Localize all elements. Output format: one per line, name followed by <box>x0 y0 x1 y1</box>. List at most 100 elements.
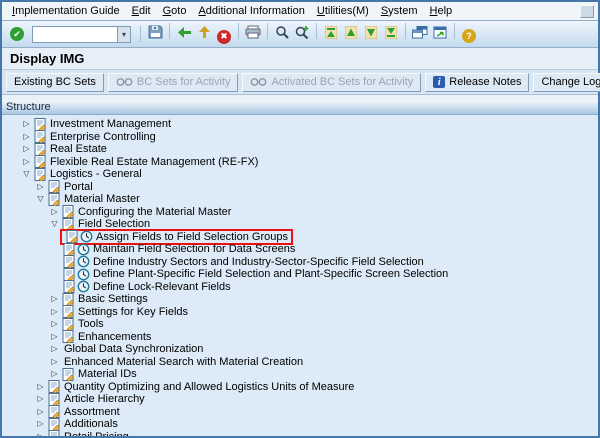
tree-item-material-master[interactable]: ▽ Material Master <box>2 193 598 206</box>
tree-item-label[interactable]: Settings for Key Fields <box>75 306 188 318</box>
expander-collapsed-icon[interactable]: ▷ <box>34 431 47 436</box>
tree-item-label[interactable]: Define Lock-Relevant Fields <box>90 281 231 293</box>
tree-item-label[interactable]: Article Hierarchy <box>61 393 145 405</box>
last-page-icon[interactable] <box>381 23 401 43</box>
new-session-icon[interactable] <box>410 23 430 43</box>
tree-item-label[interactable]: Enterprise Controlling <box>47 131 156 143</box>
expander-collapsed-icon[interactable]: ▷ <box>34 381 47 393</box>
tree-item-label[interactable]: Enhanced Material Search with Material C… <box>61 356 303 368</box>
create-shortcut-icon[interactable] <box>430 23 450 43</box>
execute-activity-clock-icon[interactable] <box>76 255 90 268</box>
find-next-icon[interactable] <box>292 22 312 42</box>
prev-page-icon[interactable] <box>341 23 361 43</box>
execute-activity-clock-icon[interactable] <box>76 243 90 256</box>
menu-item-implementation-guide[interactable]: Implementation Guide <box>6 4 126 18</box>
tree-item-label[interactable]: Tools <box>75 318 104 330</box>
expander-collapsed-icon[interactable]: ▷ <box>48 293 61 305</box>
tree-item-label[interactable]: Configuring the Material Master <box>75 206 231 218</box>
help-icon[interactable]: ? <box>459 26 479 46</box>
tree-item-global-data-synchronization[interactable]: ▷Global Data Synchronization <box>2 343 598 356</box>
enter-icon[interactable]: ✔ <box>7 24 27 44</box>
execute-activity-clock-icon[interactable] <box>79 230 93 243</box>
tree-item-label[interactable]: Investment Management <box>47 118 171 130</box>
layout-menu-button[interactable] <box>580 5 594 18</box>
cancel-icon[interactable]: ✖ <box>214 27 234 47</box>
tree-item-enhancements[interactable]: ▷ Enhancements <box>2 331 598 344</box>
tree-item-label[interactable]: Real Estate <box>47 143 107 155</box>
tree-item-label[interactable]: Material IDs <box>75 368 137 380</box>
menu-item-edit[interactable]: Edit <box>126 4 157 18</box>
exit-icon[interactable] <box>194 22 214 42</box>
menu-item-utilities-m[interactable]: Utilities(M) <box>311 4 375 18</box>
tree-item-label[interactable]: Define Industry Sectors and Industry-Sec… <box>90 256 424 268</box>
tree-item-assign-fields-to-field-selection-groups[interactable]: Assign Fields to Field Selection Groups <box>2 231 598 244</box>
tree-item-portal[interactable]: ▷ Portal <box>2 181 598 194</box>
expander-collapsed-icon[interactable]: ▷ <box>48 331 61 343</box>
menu-item-goto[interactable]: Goto <box>157 4 193 18</box>
expander-collapsed-icon[interactable]: ▷ <box>48 343 61 355</box>
tree-item-material-ids[interactable]: ▷ Material IDs <box>2 368 598 381</box>
tree-item-label[interactable]: Global Data Synchronization <box>61 343 203 355</box>
expander-collapsed-icon[interactable]: ▷ <box>20 131 33 143</box>
expander-collapsed-icon[interactable]: ▷ <box>48 368 61 380</box>
tree-item-label[interactable]: Portal <box>61 181 93 193</box>
print-icon[interactable] <box>243 22 263 42</box>
tree-item-define-industry-sectors-and-industry-sector-specific-field-selection[interactable]: Define Industry Sectors and Industry-Sec… <box>2 256 598 269</box>
back-icon[interactable] <box>174 23 194 43</box>
expander-collapsed-icon[interactable]: ▷ <box>48 318 61 330</box>
tree-item-label[interactable]: Additionals <box>61 418 118 430</box>
expander-collapsed-icon[interactable]: ▷ <box>20 156 33 168</box>
tree-item-label[interactable]: Material Master <box>61 193 140 205</box>
menu-item-additional-information[interactable]: Additional Information <box>192 4 310 18</box>
next-page-icon[interactable] <box>361 23 381 43</box>
tree-item-additionals[interactable]: ▷ Additionals <box>2 418 598 431</box>
tree-item-settings-for-key-fields[interactable]: ▷ Settings for Key Fields <box>2 306 598 319</box>
tree-item-label[interactable]: Assortment <box>61 406 120 418</box>
tree-item-basic-settings[interactable]: ▷ Basic Settings <box>2 293 598 306</box>
menu-item-help[interactable]: Help <box>424 4 459 18</box>
tree-item-enterprise-controlling[interactable]: ▷ Enterprise Controlling <box>2 131 598 144</box>
expander-expanded-icon[interactable]: ▽ <box>20 168 33 180</box>
command-input[interactable] <box>33 27 117 42</box>
expander-collapsed-icon[interactable]: ▷ <box>20 143 33 155</box>
menu-item-system[interactable]: System <box>375 4 424 18</box>
tree-item-real-estate[interactable]: ▷ Real Estate <box>2 143 598 156</box>
tree-item-assortment[interactable]: ▷ Assortment <box>2 406 598 419</box>
first-page-icon[interactable] <box>321 23 341 43</box>
tree-item-label[interactable]: Flexible Real Estate Management (RE-FX) <box>47 156 258 168</box>
tree-item-quantity-optimizing-and-allowed-logistics-units-of-measure[interactable]: ▷ Quantity Optimizing and Allowed Logisti… <box>2 381 598 394</box>
expander-collapsed-icon[interactable]: ▷ <box>34 406 47 418</box>
expander-collapsed-icon[interactable]: ▷ <box>48 306 61 318</box>
expander-collapsed-icon[interactable]: ▷ <box>34 418 47 430</box>
tree-item-define-lock-relevant-fields[interactable]: Define Lock-Relevant Fields <box>2 281 598 294</box>
tree-item-logistics-general[interactable]: ▽ Logistics - General <box>2 168 598 181</box>
tree-item-define-plant-specific-field-selection-and-plant-specific-screen-selection[interactable]: Define Plant-Specific Field Selection an… <box>2 268 598 281</box>
save-icon[interactable] <box>145 22 165 42</box>
expander-expanded-icon[interactable]: ▽ <box>34 193 47 205</box>
tree-item-investment-management[interactable]: ▷ Investment Management <box>2 118 598 131</box>
execute-activity-clock-icon[interactable] <box>76 280 90 293</box>
tree-item-label[interactable]: Define Plant-Specific Field Selection an… <box>90 268 448 280</box>
tree-item-label[interactable]: Maintain Field Selection for Data Screen… <box>90 243 295 255</box>
expander-collapsed-icon[interactable]: ▷ <box>34 393 47 405</box>
execute-activity-clock-icon[interactable] <box>76 268 90 281</box>
button-release-notes[interactable]: iRelease Notes <box>425 73 529 92</box>
expander-collapsed-icon[interactable]: ▷ <box>48 356 61 368</box>
tree-item-label[interactable]: Enhancements <box>75 331 151 343</box>
tree-item-enhanced-material-search-with-material-creation[interactable]: ▷Enhanced Material Search with Material … <box>2 356 598 369</box>
tree-item-article-hierarchy[interactable]: ▷ Article Hierarchy <box>2 393 598 406</box>
tree-item-label[interactable]: Assign Fields to Field Selection Groups <box>93 231 288 243</box>
expander-collapsed-icon[interactable]: ▷ <box>20 118 33 130</box>
tree-item-label[interactable]: Quantity Optimizing and Allowed Logistic… <box>61 381 354 393</box>
tree-item-flexible-real-estate-management-re-fx[interactable]: ▷ Flexible Real Estate Management (RE-FX) <box>2 156 598 169</box>
expander-collapsed-icon[interactable]: ▷ <box>34 181 47 193</box>
button-existing-bc-sets[interactable]: Existing BC Sets <box>6 73 104 92</box>
tree-item-configuring-the-material-master[interactable]: ▷ Configuring the Material Master <box>2 206 598 219</box>
tree-item-retail-pricing[interactable]: ▷Retail Pricing <box>2 431 598 437</box>
tree-item-tools[interactable]: ▷ Tools <box>2 318 598 331</box>
expander-collapsed-icon[interactable]: ▷ <box>48 206 61 218</box>
tree-item-label[interactable]: Basic Settings <box>75 293 148 305</box>
find-icon[interactable] <box>272 22 292 42</box>
tree-item-label[interactable]: Logistics - General <box>47 168 142 180</box>
command-dropdown-icon[interactable]: ▾ <box>117 27 130 42</box>
